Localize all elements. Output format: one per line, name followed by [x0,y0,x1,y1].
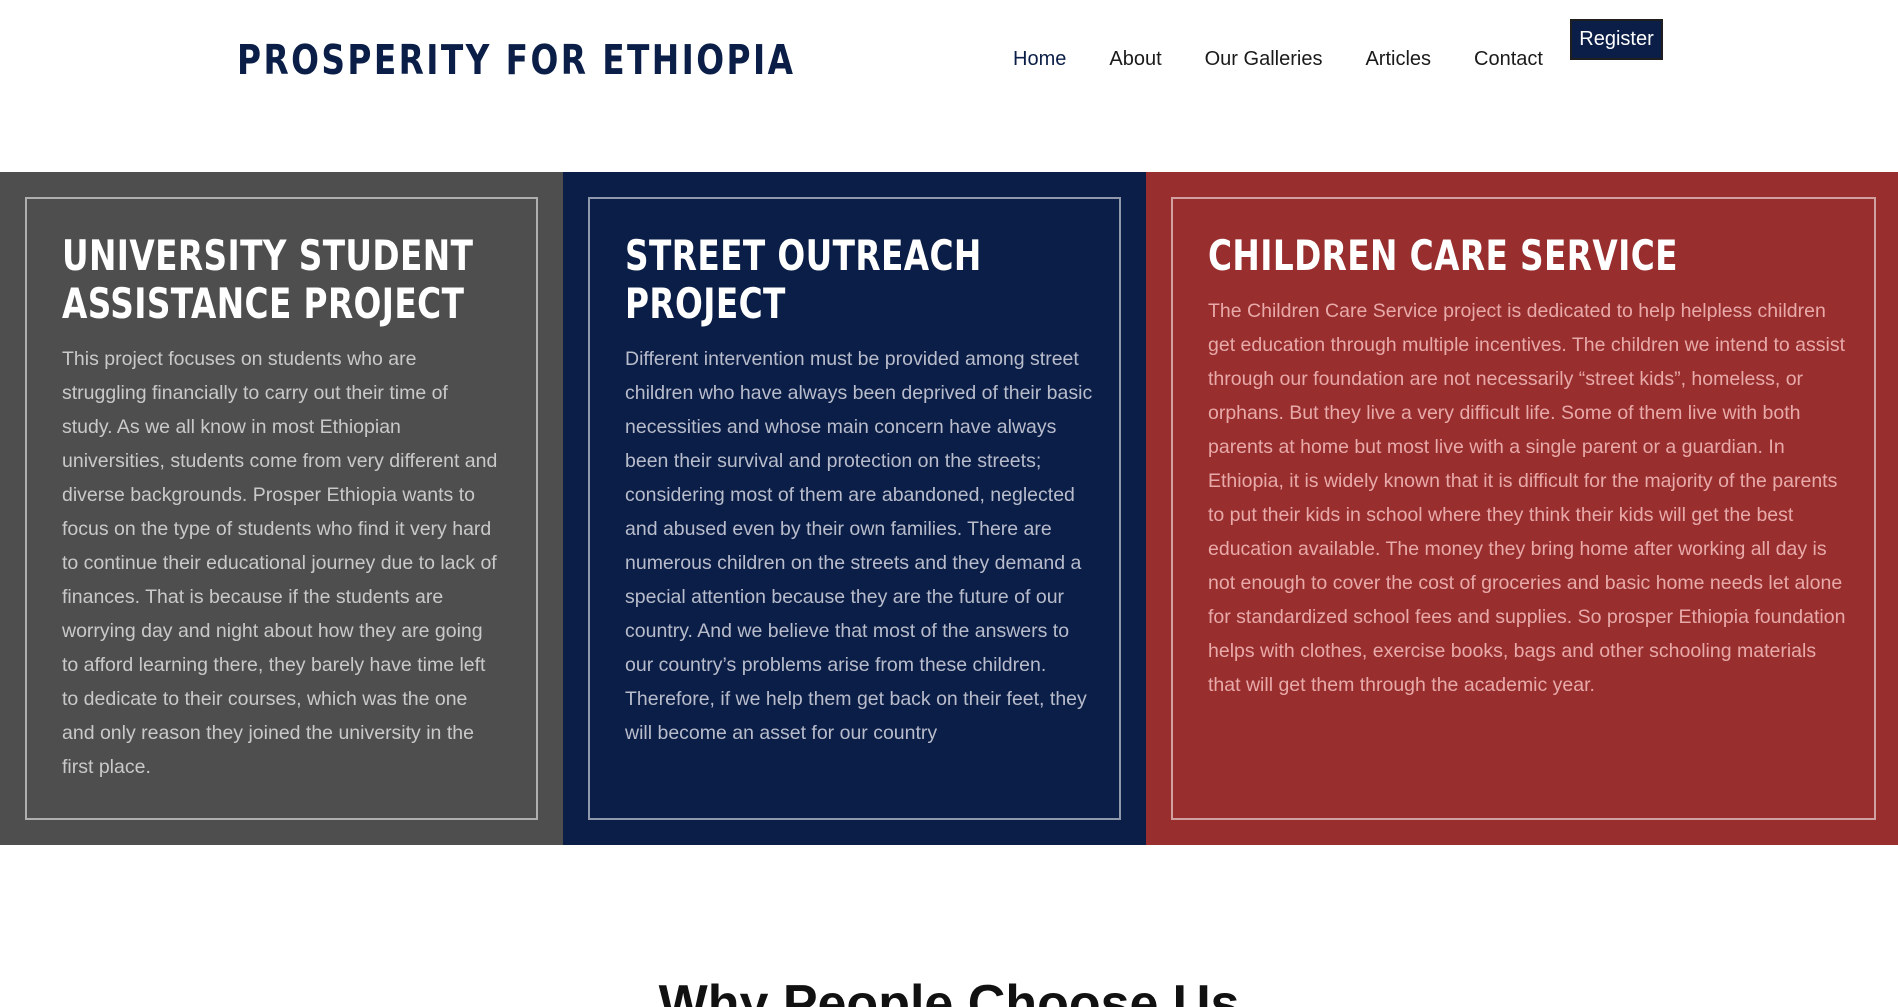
panel-content: UNIVERSITY STUDENT ASSISTANCE PROJECT Th… [62,232,502,784]
project-panel-children-care: CHILDREN CARE SERVICE The Children Care … [1146,172,1898,845]
panel-description: This project focuses on students who are… [62,348,498,778]
panel-content: CHILDREN CARE SERVICE The Children Care … [1208,232,1848,702]
panel-title: UNIVERSITY STUDENT ASSISTANCE PROJECT [62,231,474,328]
site-header: PROSPERITY FOR ETHIOPIA Home About Our G… [0,0,1898,172]
main-nav: Home About Our Galleries Articles Contac… [1013,48,1586,71]
panel-description: The Children Care Service project is ded… [1208,300,1846,696]
nav-about[interactable]: About [1109,48,1161,71]
register-button[interactable]: Register [1570,19,1663,60]
panel-content: STREET OUTREACH PROJECT Different interv… [625,232,1095,750]
nav-our-galleries[interactable]: Our Galleries [1205,48,1323,71]
why-choose-us-heading: Why People Choose Us [658,975,1240,1007]
panel-description: Different intervention must be provided … [625,348,1093,744]
site-logo[interactable]: PROSPERITY FOR ETHIOPIA [237,36,795,84]
nav-articles[interactable]: Articles [1365,48,1431,71]
panel-title: CHILDREN CARE SERVICE [1208,231,1678,280]
nav-home[interactable]: Home [1013,48,1066,71]
nav-contact[interactable]: Contact [1474,48,1543,71]
project-panel-street-outreach: STREET OUTREACH PROJECT Different interv… [563,172,1146,845]
panel-title: STREET OUTREACH PROJECT [625,231,982,328]
projects-section: UNIVERSITY STUDENT ASSISTANCE PROJECT Th… [0,172,1898,845]
project-panel-university: UNIVERSITY STUDENT ASSISTANCE PROJECT Th… [0,172,563,845]
